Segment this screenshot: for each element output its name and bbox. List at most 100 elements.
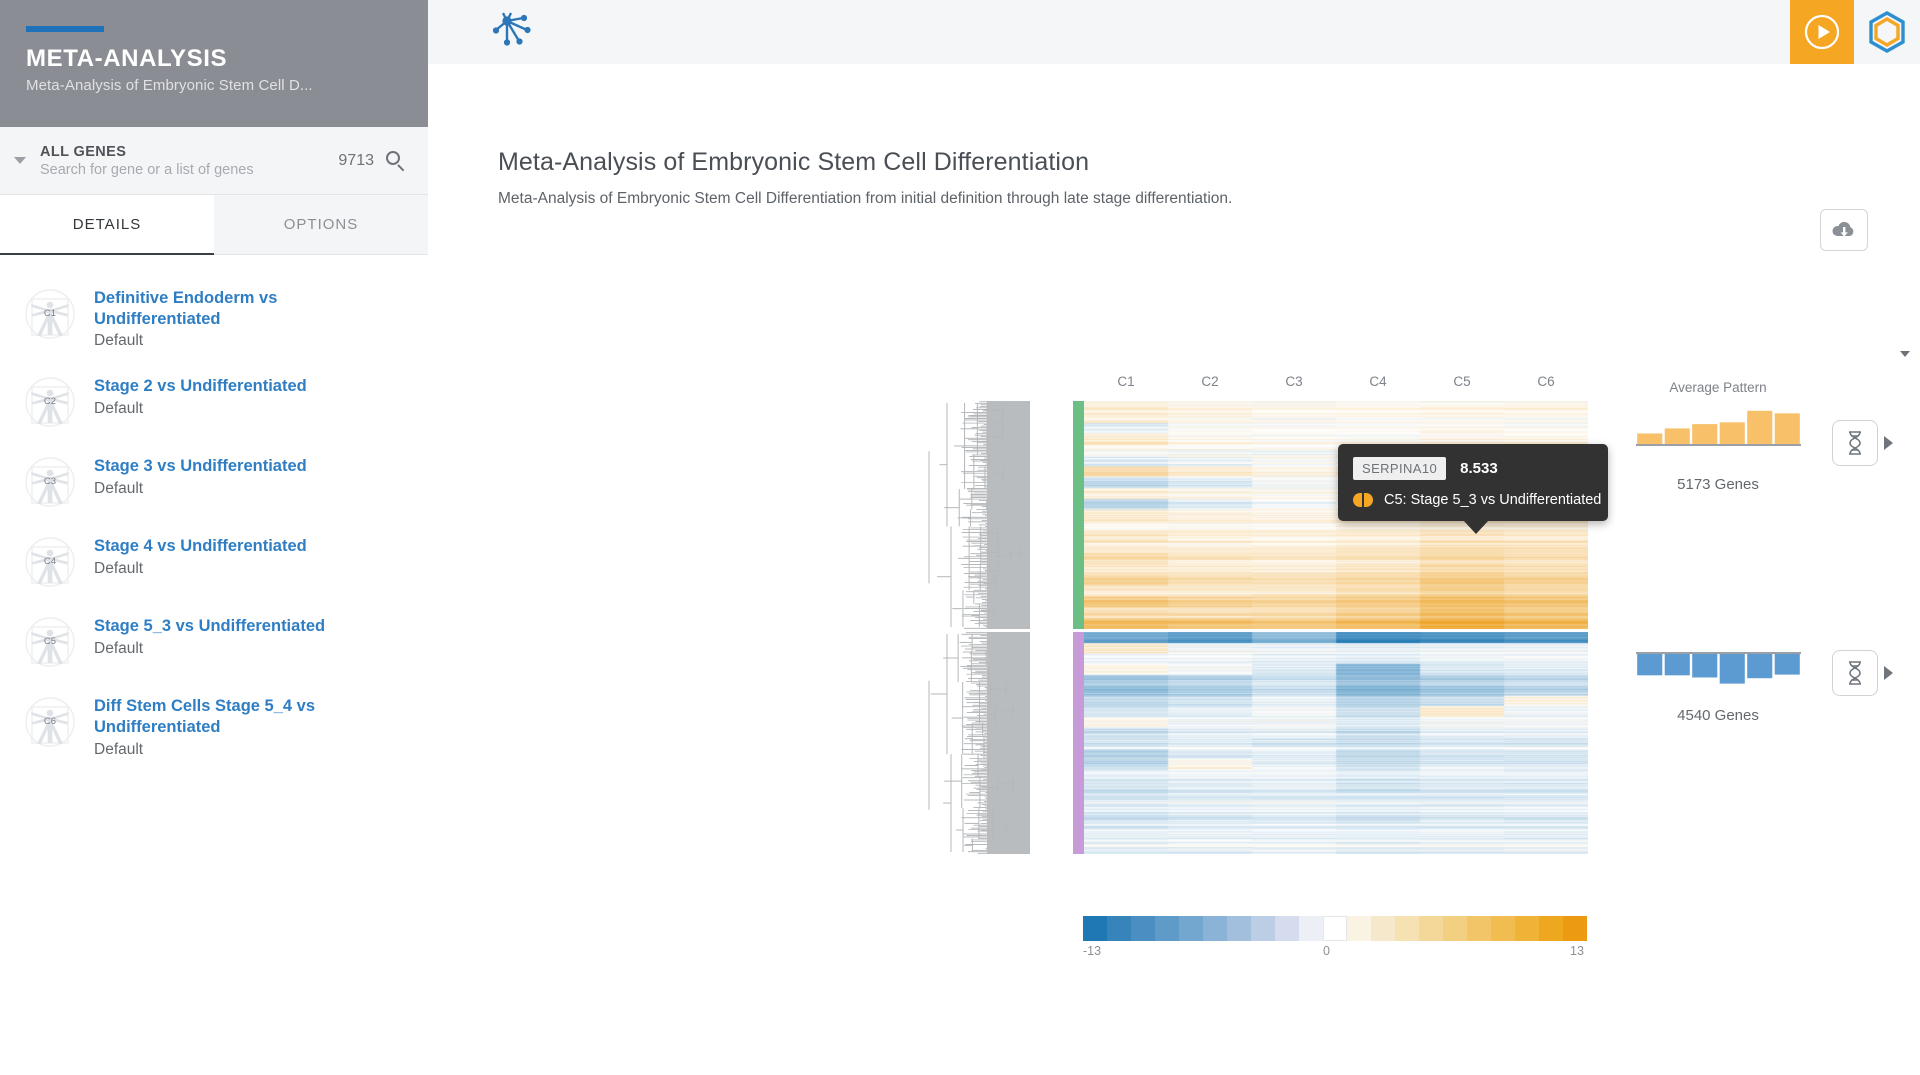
scale-step-16: [1467, 916, 1491, 941]
tooltip-gene-name: SERPINA10: [1353, 457, 1447, 480]
dendrogram-up-cluster: [928, 401, 1030, 629]
contrast-title: Stage 5_3 vs Undifferentiated: [94, 617, 326, 636]
svg-text:C5: C5: [44, 636, 56, 647]
topbar: [428, 0, 1920, 64]
play-circle-icon[interactable]: [1790, 0, 1854, 64]
contrast-subtitle: Default: [94, 559, 144, 577]
scale-step-7: [1251, 916, 1275, 941]
contrast-subtitle: Default: [94, 399, 144, 417]
scale-step-14: [1419, 916, 1443, 941]
tooltip-value: 8.533: [1460, 460, 1498, 477]
color-scale-legend: [1083, 916, 1587, 941]
gene-search-bar[interactable]: ALL GENES Search for gene or a list of g…: [0, 127, 428, 195]
hexagon-cube-icon[interactable]: [1854, 0, 1920, 64]
vitruvian-man-icon: C4: [22, 534, 78, 590]
contrast-title: Diff Stem Cells Stage 5_4 vs Undifferent…: [94, 697, 316, 736]
contrast-item-c4[interactable]: C4 Stage 4 vs Undifferentiated Default: [0, 521, 428, 601]
gene-tooltip: SERPINA10 8.533 C5: Stage 5_3 vs Undiffe…: [1338, 444, 1608, 534]
tooltip-pointer: [1463, 520, 1489, 534]
app-title: META-ANALYSIS: [26, 45, 228, 72]
tab-options[interactable]: OPTIONS: [214, 195, 428, 255]
search-input[interactable]: Search for gene or a list of genes: [40, 162, 338, 178]
contrast-list: C1 Definitive Endoderm vs Undifferentiat…: [0, 255, 428, 770]
sidebar-tabs: DETAILS OPTIONS: [0, 195, 428, 255]
scale-step-20: [1563, 916, 1587, 941]
vitruvian-man-icon: C5: [22, 614, 78, 670]
column-label-c5: C5: [1453, 374, 1471, 389]
contrast-item-c6[interactable]: C6 Diff Stem Cells Stage 5_4 vs Undiffer…: [0, 681, 428, 769]
contrast-item-c5[interactable]: C5 Stage 5_3 vs Undifferentiated Default: [0, 601, 428, 681]
scale-step-9: [1299, 916, 1323, 941]
vitruvian-man-icon: C6: [22, 694, 78, 750]
scale-step-10: [1323, 916, 1347, 941]
dna-button-down[interactable]: [1832, 650, 1878, 696]
search-icon[interactable]: [386, 150, 406, 171]
contrast-item-c1[interactable]: C1 Definitive Endoderm vs Undifferentiat…: [0, 273, 428, 361]
dendrogram-down-cluster: [928, 632, 1030, 854]
heatmap-down-cluster[interactable]: [1084, 632, 1588, 854]
pathways-header[interactable]: PATHWAYS / WIKIPATHWAYS: [1900, 346, 1920, 361]
scale-step-0: [1083, 916, 1107, 941]
expand-arrow-down-icon[interactable]: [1884, 666, 1893, 680]
scale-step-8: [1275, 916, 1299, 941]
scale-step-15: [1443, 916, 1467, 941]
scale-step-5: [1203, 916, 1227, 941]
tooltip-contrast-label: C5: Stage 5_3 vs Undifferentiated: [1384, 492, 1602, 508]
vitruvian-man-icon: C2: [22, 374, 78, 430]
pathways-panel: PATHWAYS / WIKIPATHWAYS Term pAdj Metapa…: [1900, 346, 1920, 698]
scale-mid-label: 0: [1323, 944, 1330, 958]
tab-details[interactable]: DETAILS: [0, 195, 214, 255]
scale-step-13: [1395, 916, 1419, 941]
average-pattern-label: Average Pattern: [1669, 380, 1767, 395]
contrast-subtitle: Default: [94, 740, 144, 758]
accent-bar: [26, 26, 104, 32]
contrast-title: Definitive Endoderm vs Undifferentiated: [94, 289, 278, 328]
chevron-down-icon[interactable]: [14, 157, 26, 164]
network-graph-logo: [490, 10, 534, 55]
contrast-item-c3[interactable]: C3 Stage 3 vs Undifferentiated Default: [0, 441, 428, 521]
average-pattern-chart-up: [1636, 410, 1801, 446]
scale-step-6: [1227, 916, 1251, 941]
contrast-subtitle: Default: [94, 639, 144, 657]
vitruvian-man-icon: C1: [22, 286, 78, 342]
contrast-title: Stage 3 vs Undifferentiated: [94, 457, 307, 476]
scale-step-19: [1539, 916, 1563, 941]
scale-step-17: [1491, 916, 1515, 941]
vitruvian-man-icon: C3: [22, 454, 78, 510]
contrast-item-c2[interactable]: C2 Stage 2 vs Undifferentiated Default: [0, 361, 428, 441]
column-label-c3: C3: [1285, 374, 1303, 389]
contrast-subtitle: Default: [94, 479, 144, 497]
chevron-down-icon[interactable]: [1900, 350, 1910, 357]
column-label-c4: C4: [1369, 374, 1387, 389]
app-subtitle: Meta-Analysis of Embryonic Stem Cell D..…: [26, 76, 313, 94]
average-pattern-chart-down: [1636, 652, 1801, 684]
cluster-color-bar-up: [1073, 401, 1084, 629]
contrast-subtitle: Default: [94, 332, 144, 350]
svg-text:C6: C6: [44, 716, 56, 727]
scale-step-12: [1371, 916, 1395, 941]
scale-max-label: 13: [1570, 944, 1584, 958]
column-label-c2: C2: [1201, 374, 1219, 389]
column-label-c6: C6: [1537, 374, 1555, 389]
gene-scope-label: ALL GENES: [40, 143, 127, 160]
scale-step-4: [1179, 916, 1203, 941]
cloud-download-icon[interactable]: [1820, 209, 1868, 251]
scale-step-3: [1155, 916, 1179, 941]
gene-count-down: 4540 Genes: [1677, 707, 1759, 724]
svg-text:C2: C2: [44, 396, 56, 407]
gene-count-up: 5173 Genes: [1677, 476, 1759, 493]
page-description: Meta-Analysis of Embryonic Stem Cell Dif…: [498, 190, 1233, 207]
dna-button-up[interactable]: [1832, 420, 1878, 466]
gene-count: 9713: [338, 151, 374, 169]
scale-min-label: -13: [1083, 944, 1102, 958]
expand-arrow-up-icon[interactable]: [1884, 436, 1893, 450]
sidebar-header: META-ANALYSIS Meta-Analysis of Embryonic…: [0, 0, 428, 127]
svg-text:C3: C3: [44, 476, 56, 487]
svg-text:C1: C1: [44, 308, 56, 319]
contrast-title: Stage 2 vs Undifferentiated: [94, 377, 307, 396]
contrast-title: Stage 4 vs Undifferentiated: [94, 537, 307, 556]
topbar-actions: [1790, 0, 1920, 64]
page-title: Meta-Analysis of Embryonic Stem Cell Dif…: [498, 148, 1090, 176]
column-label-c1: C1: [1117, 374, 1135, 389]
scale-step-1: [1107, 916, 1131, 941]
